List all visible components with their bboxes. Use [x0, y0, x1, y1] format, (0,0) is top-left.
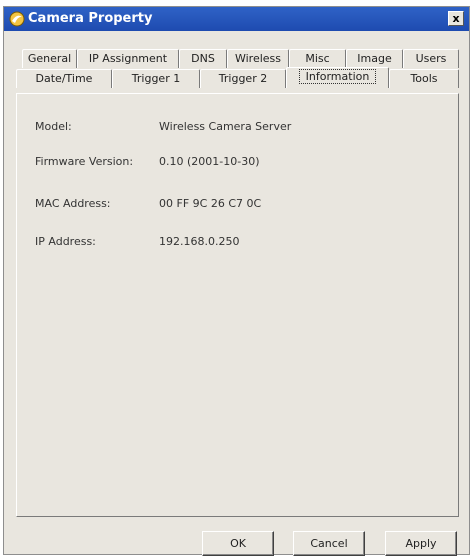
information-panel: Model: Wireless Camera Server Firmware V…	[16, 93, 459, 517]
close-icon: x	[452, 12, 460, 25]
camera-property-window: Camera Property x General IP Assignment …	[3, 6, 470, 556]
tab-misc[interactable]: Misc	[289, 49, 346, 68]
tab-wireless[interactable]: Wireless	[227, 49, 289, 68]
tab-tools[interactable]: Tools	[389, 69, 459, 88]
camera-property-icon	[9, 11, 25, 27]
tab-row-2: Date/Time Trigger 1 Trigger 2 Informatio…	[4, 67, 469, 88]
ip-label: IP Address:	[35, 235, 96, 248]
firmware-value: 0.10 (2001-10-30)	[159, 155, 260, 168]
title-bar[interactable]: Camera Property x	[4, 7, 469, 31]
mac-label: MAC Address:	[35, 197, 111, 210]
model-value: Wireless Camera Server	[159, 120, 292, 133]
tab-dns[interactable]: DNS	[179, 49, 227, 68]
cancel-button[interactable]: Cancel	[293, 531, 365, 556]
close-button[interactable]: x	[448, 11, 464, 26]
tab-image[interactable]: Image	[346, 49, 403, 68]
window-title: Camera Property	[28, 11, 153, 26]
firmware-label: Firmware Version:	[35, 155, 134, 168]
tab-date-time[interactable]: Date/Time	[16, 69, 112, 88]
tab-information-label: Information	[298, 69, 377, 84]
tab-users[interactable]: Users	[403, 49, 459, 68]
model-label: Model:	[35, 120, 72, 133]
ip-value: 192.168.0.250	[159, 235, 240, 248]
mac-value: 00 FF 9C 26 C7 0C	[159, 197, 262, 210]
tab-general[interactable]: General	[22, 49, 77, 68]
ok-button[interactable]: OK	[202, 531, 274, 556]
tab-trigger-1[interactable]: Trigger 1	[112, 69, 200, 88]
apply-button[interactable]: Apply	[385, 531, 457, 556]
tab-row-1: General IP Assignment DNS Wireless Misc …	[4, 49, 469, 68]
tab-trigger-2[interactable]: Trigger 2	[200, 69, 286, 88]
tab-ip-assignment[interactable]: IP Assignment	[77, 49, 179, 68]
tab-information[interactable]: Information	[286, 67, 389, 88]
